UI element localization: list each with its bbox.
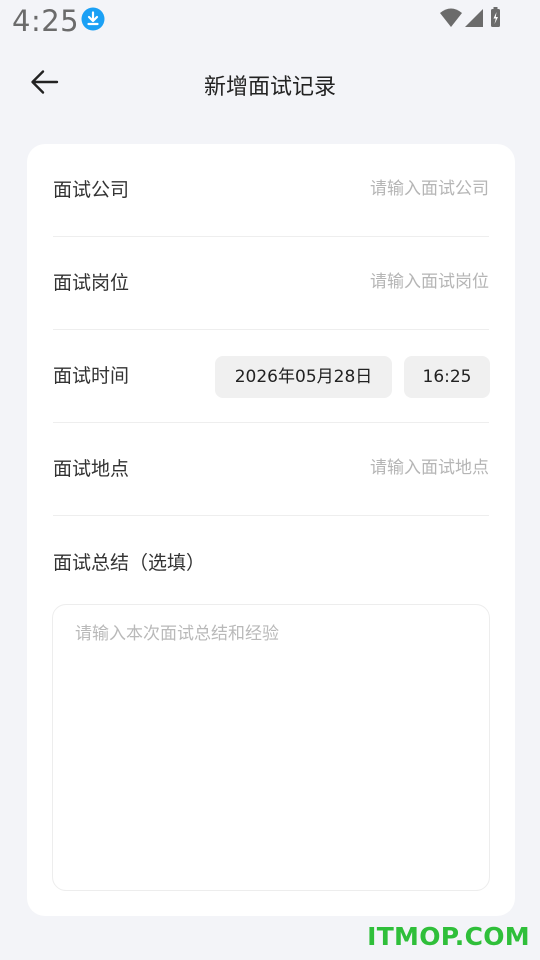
position-input[interactable] [249, 265, 489, 299]
position-label: 面试岗位 [53, 272, 130, 294]
watermark-logo: ITMOP.COM [367, 922, 530, 951]
company-input[interactable] [249, 172, 489, 206]
company-label: 面试公司 [53, 179, 130, 201]
signal-icon [465, 9, 483, 27]
wifi-icon [440, 8, 462, 27]
date-picker-button[interactable]: 2026年05月28日 [215, 356, 392, 398]
form-card: 面试公司 面试岗位 面试时间 2026年05月28日 16:25 面试地点 面试… [27, 144, 515, 916]
app-header: 新增面试记录 [0, 44, 540, 128]
location-label: 面试地点 [53, 458, 130, 480]
system-icons [440, 7, 502, 29]
download-icon [81, 7, 105, 31]
location-input[interactable] [249, 451, 489, 485]
location-row: 面试地点 [53, 423, 489, 515]
company-row: 面试公司 [53, 144, 489, 236]
status-time: 4:25 [12, 4, 80, 38]
time-picker-button[interactable]: 16:25 [404, 356, 490, 398]
page-title: 新增面试记录 [203, 75, 336, 100]
divider [53, 515, 489, 516]
status-bar: 4:25 [0, 0, 540, 44]
summary-label: 面试总结（选填） [53, 552, 206, 574]
summary-box [52, 604, 490, 891]
battery-charging-icon [491, 7, 500, 27]
summary-textarea[interactable] [53, 605, 489, 890]
position-row: 面试岗位 [53, 237, 489, 329]
time-label: 面试时间 [53, 365, 130, 387]
